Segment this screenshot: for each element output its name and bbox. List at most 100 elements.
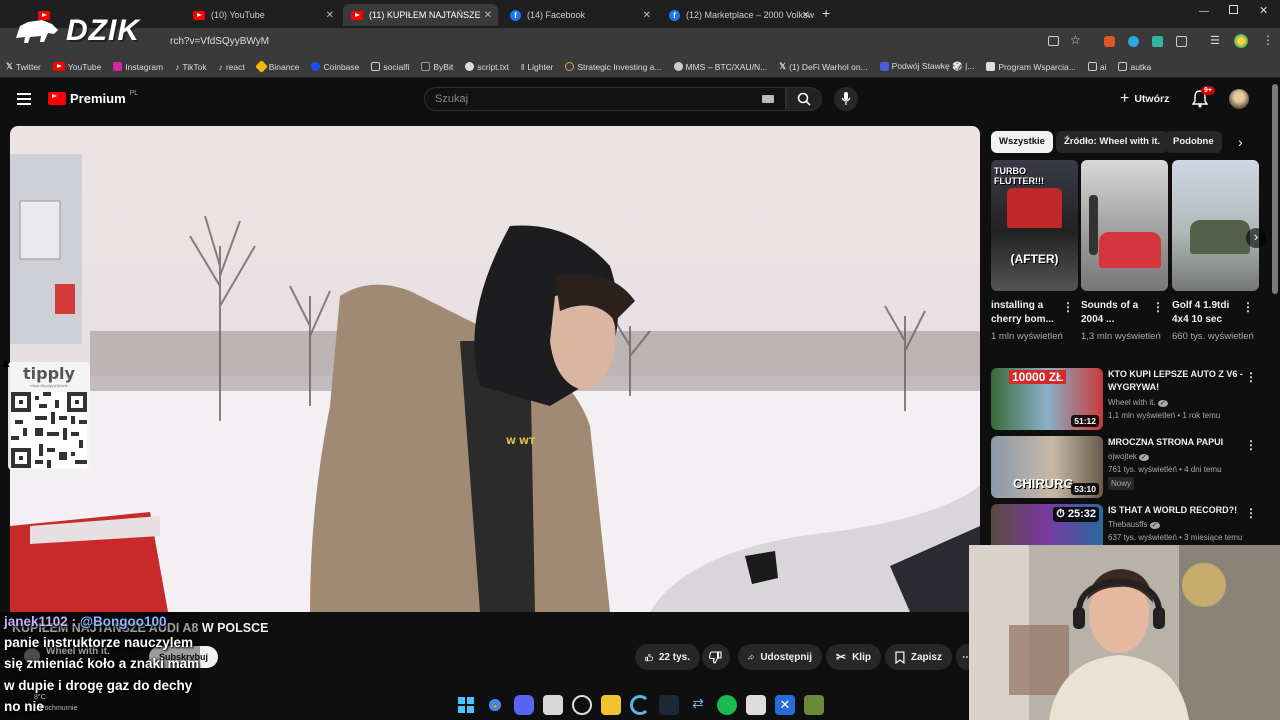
save-button[interactable]: Zapisz — [885, 644, 952, 670]
create-button[interactable]: + Utwórz — [1120, 89, 1169, 109]
short-title[interactable]: installing a cherry bom... — [991, 299, 1061, 327]
video-title[interactable]: IS THAT A WORLD RECORD?! — [1108, 504, 1248, 517]
video-menu-icon[interactable]: ⋮ — [1245, 370, 1257, 384]
video-menu-icon[interactable]: ⋮ — [1245, 438, 1257, 452]
bookmark-folder[interactable]: socialfi — [371, 62, 409, 72]
shorts-next-icon[interactable]: › — [1246, 228, 1266, 248]
tab-facebook[interactable]: f (14) Facebook ✕ — [502, 4, 657, 26]
install-app-icon[interactable] — [1048, 36, 1059, 46]
obs-icon[interactable] — [572, 695, 592, 715]
tab-marketplace[interactable]: f (12) Marketplace – 2000 Volksw ✕ — [661, 4, 816, 26]
discord-icon[interactable] — [514, 695, 534, 715]
extensions-puzzle-icon[interactable] — [1176, 36, 1187, 47]
tab-video-active[interactable]: (11) KUPIŁEM NAJTAŃSZE ✕ — [343, 4, 498, 26]
extension-blue-icon[interactable] — [1128, 36, 1139, 47]
reading-list-icon[interactable]: ☰ — [1210, 34, 1220, 47]
channel-name[interactable]: Wheel with it. ✓ — [1108, 396, 1168, 410]
short-menu-icon[interactable]: ⋮ — [1242, 300, 1254, 314]
video-player[interactable]: W WT — [10, 126, 980, 612]
steam-icon[interactable] — [659, 695, 679, 715]
short-card[interactable]: Golf 4 1.9tdi 4x4 10 sec 660 tys. wyświe… — [1172, 160, 1259, 344]
short-menu-icon[interactable]: ⋮ — [1152, 300, 1164, 314]
short-thumbnail[interactable] — [1081, 160, 1168, 291]
app-icon[interactable]: ✕ — [775, 695, 795, 715]
app-icon[interactable] — [630, 695, 650, 715]
new-tab-button[interactable]: + — [822, 5, 830, 21]
account-avatar[interactable] — [1229, 89, 1249, 109]
video-title[interactable]: MROCZNA STRONA PAPUI — [1108, 436, 1248, 449]
chip-related[interactable]: Podobne — [1165, 131, 1222, 153]
channel-name[interactable]: Thebausffs ✓ — [1108, 518, 1160, 532]
page-scrollbar[interactable] — [1272, 84, 1278, 294]
bookmark-item[interactable]: ♪ TikTok — [175, 62, 207, 72]
bookmark-folder[interactable]: ai — [1087, 62, 1106, 72]
keyboard-icon[interactable] — [762, 95, 774, 103]
bookmark-item[interactable]: script.txt — [465, 62, 509, 72]
bookmark-item[interactable]: Podwój Stawkę 🎲 |... — [879, 61, 974, 72]
tab-youtube[interactable]: (10) YouTube ✕ — [185, 4, 340, 26]
bookmark-item[interactable]: YouTube — [52, 62, 101, 72]
bookmark-item[interactable]: 𝕏 Twitter — [6, 61, 41, 72]
maximize-icon[interactable] — [1229, 5, 1238, 14]
url-field[interactable]: rch?v=VfdSQyyBWyM — [170, 36, 269, 47]
share-button[interactable]: Udostępnij — [738, 644, 822, 670]
youtube-logo[interactable]: Premium PL — [48, 90, 138, 106]
coinbase-icon — [311, 62, 321, 71]
chrome-icon[interactable] — [485, 695, 505, 715]
recommended-video[interactable]: 10000 ZŁ 51:12 KTO KUPI LEPSZE AUTO Z V6… — [991, 368, 1261, 432]
chips-next-icon[interactable]: › — [1238, 134, 1243, 150]
spotify-icon[interactable] — [717, 695, 737, 715]
short-thumbnail[interactable]: TURBO FLUTTER!!! (AFTER) — [991, 160, 1078, 291]
file-explorer-icon[interactable] — [601, 695, 621, 715]
bookmark-item[interactable]: Program Wsparcia... — [986, 62, 1076, 72]
app-icon[interactable] — [746, 695, 766, 715]
notifications-button[interactable]: 9+ — [1191, 86, 1215, 113]
video-menu-icon[interactable]: ⋮ — [1245, 506, 1257, 520]
chip-all[interactable]: Wszystkie — [991, 131, 1053, 153]
extension-teal-icon[interactable] — [1152, 36, 1163, 47]
short-card[interactable]: TURBO FLUTTER!!! (AFTER) installing a ch… — [991, 160, 1078, 344]
short-card[interactable]: Sounds of a 2004 ... 1,3 mln wyświetleń — [1081, 160, 1168, 344]
extension-fox-icon[interactable] — [1104, 36, 1115, 47]
browser-menu-icon[interactable]: ⋮ — [1262, 33, 1274, 47]
clip-button[interactable]: ✂ Klip — [826, 644, 881, 670]
short-title[interactable]: Golf 4 1.9tdi 4x4 10 sec — [1172, 299, 1242, 327]
search-button[interactable] — [786, 87, 822, 111]
bookmark-item[interactable]: Binance — [254, 60, 299, 73]
bookmark-item[interactable]: MMS – BTC/XAU/N... — [673, 62, 767, 72]
channel-name[interactable]: ojwojtek ✓ — [1108, 450, 1150, 464]
bookmark-item[interactable]: ByBit — [421, 62, 453, 72]
bookmark-folder[interactable]: autka — [1118, 62, 1151, 72]
bookmark-item[interactable]: ‖ Lighter — [521, 62, 554, 72]
bookmark-item[interactable]: ♪ react — [219, 62, 245, 72]
search-input[interactable]: Szukaj — [424, 87, 786, 111]
app-icon[interactable]: ⇄ — [688, 695, 708, 715]
app-icon[interactable] — [543, 695, 563, 715]
video-thumbnail[interactable]: 10000 ZŁ 51:12 — [991, 368, 1103, 430]
tab-close-icon[interactable]: ✕ — [484, 10, 492, 21]
close-window-icon[interactable]: ✕ — [1259, 4, 1268, 17]
tab-close-icon[interactable]: ✕ — [643, 10, 651, 21]
recommended-video[interactable]: CHIRURG 53:10 MROCZNA STRONA PAPUI ojwoj… — [991, 436, 1261, 500]
windows-start-icon[interactable] — [456, 695, 476, 715]
video-title[interactable]: KTO KUPI LEPSZE AUTO Z V6 - WYGRYWA! — [1108, 368, 1248, 394]
tab-close-icon[interactable]: ✕ — [802, 10, 810, 21]
short-menu-icon[interactable]: ⋮ — [1062, 300, 1074, 314]
chip-source[interactable]: Źródło: Wheel with it. — [1056, 131, 1169, 153]
like-button[interactable]: 22 tys. — [635, 644, 700, 670]
bookmark-item[interactable]: Instagram — [113, 62, 163, 72]
bookmark-item[interactable]: 𝕏 (1) DeFi Warhol on... — [779, 61, 867, 72]
bookmark-star-icon[interactable]: ☆ — [1070, 33, 1081, 47]
app-icon[interactable] — [804, 695, 824, 715]
minimize-icon[interactable]: — — [1199, 6, 1209, 17]
bookmark-item[interactable]: Strategic Investing a... — [565, 62, 662, 72]
short-title[interactable]: Sounds of a 2004 ... — [1081, 299, 1151, 327]
short-thumbnail[interactable] — [1172, 160, 1259, 291]
tab-close-icon[interactable]: ✕ — [326, 10, 334, 21]
profile-avatar-icon[interactable] — [1234, 34, 1248, 48]
hamburger-menu-icon[interactable] — [17, 93, 31, 105]
dislike-button[interactable] — [702, 644, 730, 670]
bookmark-item[interactable]: Coinbase — [311, 62, 359, 72]
video-thumbnail[interactable]: CHIRURG 53:10 — [991, 436, 1103, 498]
voice-search-button[interactable] — [834, 87, 858, 111]
